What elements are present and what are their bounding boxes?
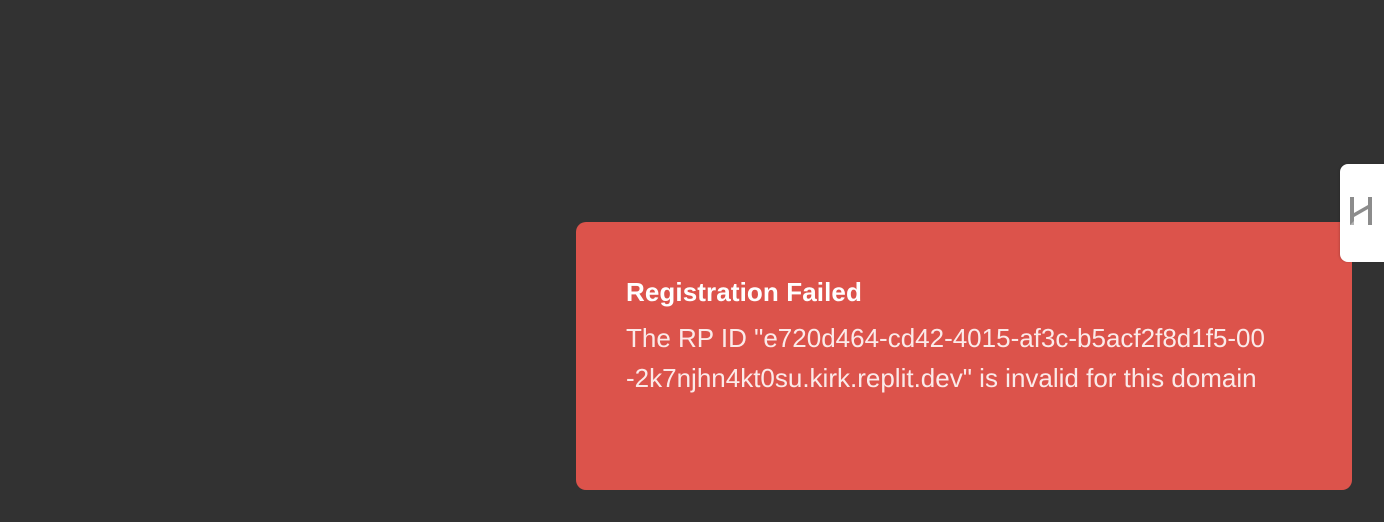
toast-title: Registration Failed: [626, 277, 862, 307]
toast-message: The RP ID "e720d464-cd42-4015-af3c-b5acf…: [626, 323, 1265, 393]
hanko-logo-icon: [1348, 193, 1378, 234]
error-toast: Registration Failed The RP ID "e720d464-…: [576, 222, 1352, 490]
side-tab[interactable]: [1340, 164, 1384, 262]
